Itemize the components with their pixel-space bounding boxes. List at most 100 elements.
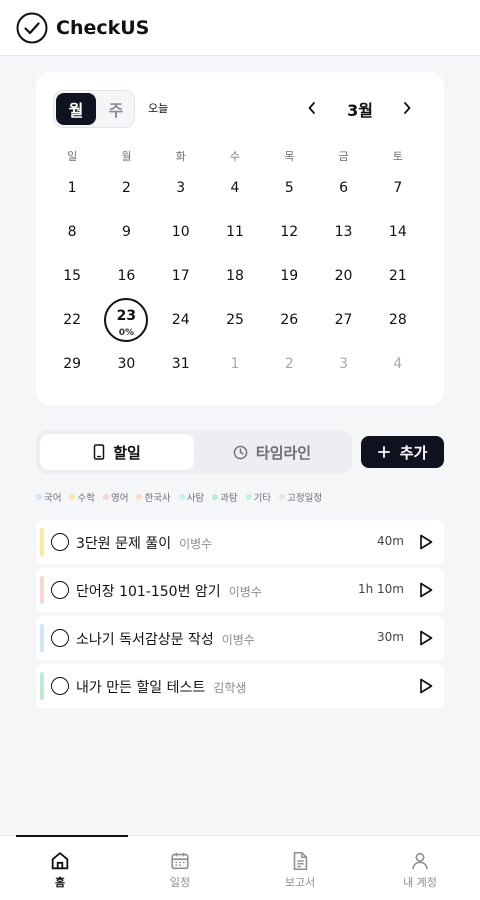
day-number: 23 — [116, 308, 137, 324]
legend-item: 한국사 — [136, 490, 171, 504]
day-number: 22 — [63, 312, 82, 328]
todo-title: 소나기 독서감상문 작성 — [76, 632, 214, 648]
play-icon[interactable] — [418, 533, 434, 551]
calendar-day[interactable]: 24 — [154, 298, 208, 342]
weekday-label: 토 — [392, 150, 403, 163]
calendar-day[interactable]: 8 — [45, 210, 99, 254]
legend-item: 사탐 — [178, 490, 205, 504]
legend-label: 영어 — [110, 493, 129, 504]
legend-label: 사탐 — [186, 493, 205, 504]
weekday-label: 수 — [229, 150, 241, 163]
calendar-day[interactable]: 27 — [316, 298, 370, 342]
play-icon[interactable] — [418, 629, 434, 647]
legend-dot — [136, 494, 143, 500]
todo-item[interactable]: 3단원 문제 풀이 이병수 40m — [36, 520, 444, 564]
month-view-button[interactable]: 월 — [56, 93, 96, 125]
calendar-day[interactable]: 21 — [371, 254, 425, 298]
todo-item[interactable]: 내가 만든 할일 테스트 김학생 — [36, 664, 444, 708]
todo-checkbox[interactable] — [51, 629, 69, 647]
nav-item-account[interactable]: 내 계정 — [360, 836, 480, 900]
nav-item-report[interactable]: 보고서 — [240, 836, 360, 900]
day-number: 14 — [388, 224, 407, 240]
tab-timeline[interactable]: 타임라인 — [196, 434, 348, 470]
calendar-day[interactable]: 11 — [208, 210, 262, 254]
previous-month-button[interactable] — [302, 94, 322, 122]
calendar-day[interactable]: 16 — [99, 254, 153, 298]
calendar-day[interactable]: 20 — [316, 254, 370, 298]
bottom-navigation: 홈 일정 보고서 내 계정 — [0, 835, 480, 900]
calendar-day[interactable]: 14 — [371, 210, 425, 254]
weekday-label: 목 — [284, 150, 295, 163]
calendar-day[interactable]: 10 — [154, 210, 208, 254]
play-icon[interactable] — [418, 581, 434, 599]
calendar-day[interactable]: 19 — [262, 254, 316, 298]
calendar-day-next-month[interactable]: 1 — [208, 342, 262, 386]
legend-label: 기타 — [253, 493, 272, 504]
play-icon[interactable] — [418, 677, 434, 695]
day-progress-label: 0% — [118, 328, 135, 338]
day-number: 27 — [334, 312, 353, 328]
calendar-day-next-month[interactable]: 2 — [262, 342, 316, 386]
calendar-card: 월 주 오늘 3월 일 월 화 수 목 금 토 1 2 3 4 5 6 7 8 … — [36, 72, 444, 405]
todo-item[interactable]: 단어장 101-150번 암기 이병수 1h 10m — [36, 568, 444, 612]
account-icon — [412, 852, 428, 870]
app-title: CheckUS — [56, 16, 150, 39]
legend-label: 한국사 — [144, 493, 171, 504]
calendar-day[interactable]: 5 — [262, 166, 316, 210]
calendar-day[interactable]: 7 — [371, 166, 425, 210]
day-number: 3 — [339, 356, 349, 372]
today-button[interactable]: 오늘 — [148, 100, 168, 116]
nav-item-home[interactable]: 홈 — [0, 835, 128, 900]
calendar-day-next-month[interactable]: 4 — [371, 342, 425, 386]
calendar-day[interactable]: 26 — [262, 298, 316, 342]
todo-checkbox[interactable] — [51, 677, 69, 695]
report-icon — [293, 851, 308, 871]
legend-label: 고정일정 — [287, 493, 323, 504]
todo-duration: 40m — [377, 534, 404, 548]
nav-label: 일정 — [169, 876, 191, 889]
calendar-day[interactable]: 12 — [262, 210, 316, 254]
todo-item[interactable]: 소나기 독서감상문 작성 이병수 30m — [36, 616, 444, 660]
calendar-day[interactable]: 6 — [316, 166, 370, 210]
calendar-day[interactable]: 29 — [45, 342, 99, 386]
day-number: 7 — [393, 180, 403, 196]
day-number: 16 — [117, 268, 136, 284]
day-number: 24 — [171, 312, 190, 328]
subject-legend: 국어 수학 영어 한국사 사탐 과탐 기타 고정일정 — [36, 490, 322, 504]
legend-label: 과탐 — [220, 493, 238, 504]
todo-duration: 1h 10m — [357, 582, 404, 596]
calendar-day[interactable]: 31 — [154, 342, 208, 386]
calendar-day[interactable]: 17 — [154, 254, 208, 298]
calendar-day[interactable]: 1 — [45, 166, 99, 210]
calendar-day-selected[interactable]: 23 0% — [99, 298, 153, 342]
calendar-day[interactable]: 28 — [371, 298, 425, 342]
add-button-label: 추가 — [399, 443, 428, 462]
calendar-day[interactable]: 2 — [99, 166, 153, 210]
day-number: 12 — [280, 224, 299, 240]
todo-checkbox[interactable] — [51, 533, 69, 551]
tab-todo[interactable]: 할일 — [40, 434, 194, 470]
calendar-day[interactable]: 13 — [316, 210, 370, 254]
calendar-day[interactable]: 3 — [154, 166, 208, 210]
calendar-day[interactable]: 9 — [99, 210, 153, 254]
calendar-day[interactable]: 18 — [208, 254, 262, 298]
calendar-day[interactable]: 30 — [99, 342, 153, 386]
calendar-day[interactable]: 4 — [208, 166, 262, 210]
calendar-day-next-month[interactable]: 3 — [316, 342, 370, 386]
chevron-left-icon — [308, 102, 315, 114]
view-tabs: 할일 타임라인 — [36, 430, 352, 474]
calendar-day[interactable]: 22 — [45, 298, 99, 342]
calendar-day[interactable]: 15 — [45, 254, 99, 298]
chevron-right-icon — [404, 102, 411, 114]
add-button[interactable]: 추가 — [361, 436, 444, 468]
day-number: 17 — [171, 268, 190, 284]
next-month-button[interactable] — [397, 94, 417, 122]
weekday-label: 월 — [121, 150, 132, 163]
todo-list: 3단원 문제 풀이 이병수 40m 단어장 101-150번 암기 이병수 1h 1… — [36, 520, 444, 712]
nav-item-schedule[interactable]: 일정 — [120, 836, 240, 900]
week-view-button[interactable]: 주 — [98, 93, 134, 125]
calendar-day[interactable]: 25 — [208, 298, 262, 342]
todo-checkbox[interactable] — [51, 581, 69, 599]
day-number: 5 — [284, 180, 294, 196]
day-number: 18 — [226, 268, 244, 284]
